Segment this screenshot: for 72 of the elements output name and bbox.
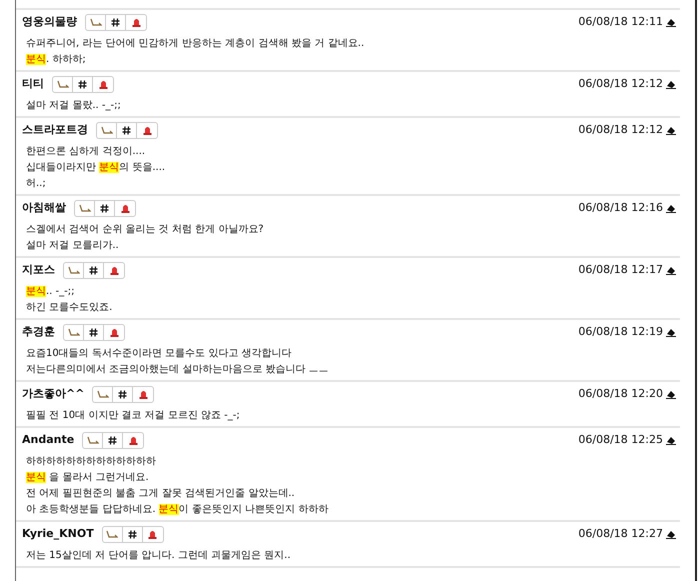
comment-time: 06/08/18 12:27 — [578, 526, 663, 542]
hash-icon — [128, 530, 137, 538]
comment-line: 하하하하하하하하하하하하하 — [26, 455, 156, 469]
hash-icon — [100, 204, 109, 212]
hash-icon — [78, 80, 87, 88]
author-name[interactable]: Andante — [22, 432, 74, 448]
hash-icon — [108, 436, 118, 444]
siren-icon — [142, 125, 152, 135]
comment-time: 06/08/18 12:11 — [578, 14, 663, 30]
eraser-icon[interactable] — [666, 204, 676, 212]
comment-time: 06/08/18 12:16 — [578, 200, 663, 216]
comment-line: 허..; — [26, 177, 46, 191]
comment-line: 설마 저걸 몰랐.. -_-;; — [26, 99, 121, 113]
comment-line: 십대들이라지만 분식의 뜻을.... — [26, 161, 166, 175]
hash-icon — [89, 266, 98, 274]
reply-icon — [100, 126, 112, 134]
reply-icon — [86, 436, 99, 444]
siren-icon — [138, 389, 148, 399]
siren-icon — [148, 529, 158, 539]
comment-line: 요즘10대들의 독서수준이라면 모를수도 있다고 생각합니다 — [26, 347, 292, 361]
author-name[interactable]: 티티 — [22, 76, 44, 92]
eraser-icon[interactable] — [666, 436, 676, 444]
reply-icon — [68, 328, 80, 336]
eraser-icon[interactable] — [666, 328, 676, 336]
siren-icon — [110, 327, 118, 337]
comment-time: 06/08/18 12:17 — [578, 262, 663, 278]
comment-line: 하긴 모를수도있죠. — [26, 301, 112, 315]
eraser-icon[interactable] — [666, 80, 676, 88]
siren-icon — [132, 17, 140, 27]
eraser-icon[interactable] — [666, 390, 676, 398]
comment-line: 저는 15살인데 저 단어를 압니다. 그런데 괴물게임은 뭔지.. — [26, 549, 291, 563]
eraser-icon[interactable] — [666, 126, 676, 134]
siren-icon — [110, 265, 118, 275]
author-name[interactable]: 지포스 — [22, 262, 55, 278]
author-name[interactable]: 가츠좋아^^ — [22, 386, 84, 402]
comment-line: 분식. 하하하; — [26, 53, 86, 67]
comment-line: 설마 저걸 모를리가.. — [26, 239, 119, 253]
reply-icon — [56, 80, 68, 88]
comment-time: 06/08/18 12:19 — [578, 324, 663, 340]
author-name[interactable]: 추경훈 — [22, 324, 55, 340]
comment-line: 아 초등학생분들 답답하네요. 분식 이 좋은뜻인지 나쁜뜻인지 하하하 — [26, 503, 328, 517]
siren-icon — [120, 203, 130, 213]
comment-line: 분식 을 몰라서 그런거네요. — [26, 471, 149, 485]
reply-icon — [68, 266, 80, 274]
comment-time: 06/08/18 12:25 — [578, 432, 663, 448]
comment-line: 스겔에서 검색어 순위 올리는 것 처럼 한게 아닐까요? — [26, 223, 264, 237]
hash-icon — [118, 390, 128, 398]
reply-icon — [106, 530, 118, 538]
eraser-icon[interactable] — [666, 18, 676, 26]
comment-line: 슈퍼주니어, 라는 단어에 민감하게 반응하는 계층이 검색해 봤을 거 같네요.. — [26, 37, 364, 51]
author-name[interactable]: 스트라포트경 — [22, 122, 88, 138]
hash-icon — [89, 328, 98, 336]
comment-time: 06/08/18 12:12 — [578, 76, 663, 92]
reply-icon — [96, 390, 109, 398]
comment-line: 한편으론 심하게 걱정이.... — [26, 145, 146, 159]
hash-icon — [111, 18, 120, 26]
comment-line: 전 어제 필핀현준의 불춤 그게 잘못 검색된거인줄 알았는데.. — [26, 487, 295, 501]
siren-icon — [98, 79, 108, 89]
comment-time: 06/08/18 12:12 — [578, 122, 663, 138]
comment-line: 저는다른의미에서 조금의아했는데 설마하는마음으로 봤습니다 ㅡㅡ — [26, 363, 329, 377]
author-name[interactable]: Kyrie_KNOT — [22, 526, 94, 542]
author-name[interactable]: 영웅의물량 — [22, 14, 77, 30]
reply-icon — [78, 204, 90, 212]
eraser-icon[interactable] — [666, 530, 676, 538]
author-name[interactable]: 아침해쌀 — [22, 200, 66, 216]
hash-icon — [122, 126, 131, 134]
comment-line: 필필 전 10대 이지만 결코 저걸 모르진 않죠 -_-; — [26, 409, 240, 423]
siren-icon — [128, 435, 138, 445]
eraser-icon[interactable] — [666, 266, 676, 274]
reply-icon — [90, 18, 102, 26]
comment-line: 분식.. -_-;; — [26, 285, 74, 299]
comment-time: 06/08/18 12:20 — [578, 386, 663, 402]
